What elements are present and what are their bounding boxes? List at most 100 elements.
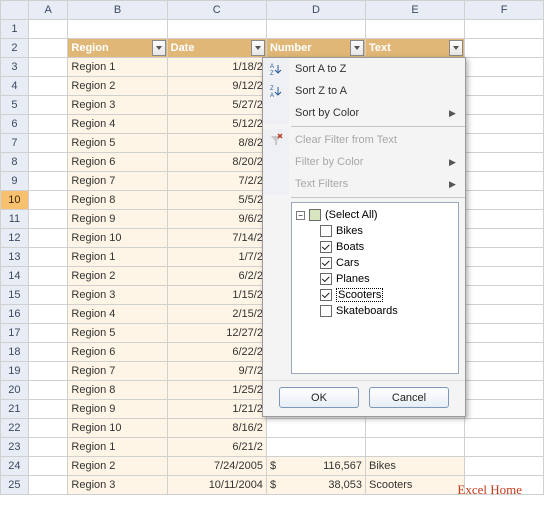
row-header[interactable]: 19 [1,362,29,381]
cell-region[interactable]: Region 7 [68,172,167,191]
cell-region[interactable]: Region 7 [68,362,167,381]
cell-region[interactable]: Region 4 [68,115,167,134]
cell[interactable] [465,438,544,457]
cell[interactable] [465,305,544,324]
cell[interactable] [465,172,544,191]
row-header[interactable]: 15 [1,286,29,305]
cell-region[interactable]: Region 9 [68,210,167,229]
cell[interactable] [465,248,544,267]
cell-date[interactable]: 5/5/2 [167,191,266,210]
row-header[interactable]: 17 [1,324,29,343]
cell-date[interactable]: 1/21/2 [167,400,266,419]
cell[interactable] [465,58,544,77]
cell[interactable] [465,191,544,210]
row-header[interactable]: 23 [1,438,29,457]
cell-date[interactable]: 5/12/2 [167,115,266,134]
cell[interactable] [28,210,68,229]
cell-region[interactable]: Region 10 [68,419,167,438]
cell[interactable] [28,39,68,58]
cell[interactable] [68,20,167,39]
column-header-C[interactable]: C [167,1,266,20]
cell-date[interactable]: 9/6/2 [167,210,266,229]
cell[interactable] [28,20,68,39]
filter-item[interactable]: Scooters [294,287,456,303]
row-header[interactable]: 7 [1,134,29,153]
cell-date[interactable]: 7/24/2005 [167,457,266,476]
cell[interactable] [266,419,365,438]
cell[interactable] [28,172,68,191]
cell-region[interactable]: Region 9 [68,400,167,419]
row-header[interactable]: 24 [1,457,29,476]
cell[interactable] [465,362,544,381]
cell[interactable] [465,343,544,362]
select-all-row[interactable]: − (Select All) [294,207,456,223]
cell[interactable] [465,96,544,115]
checkbox[interactable] [320,273,332,285]
cell[interactable] [28,153,68,172]
cell-date[interactable]: 9/12/2 [167,77,266,96]
cell-region[interactable]: Region 3 [68,286,167,305]
checkbox[interactable] [320,289,332,301]
cell[interactable] [28,438,68,457]
cell-date[interactable]: 12/27/2 [167,324,266,343]
row-header[interactable]: 1 [1,20,29,39]
cell[interactable] [465,381,544,400]
cell[interactable] [28,400,68,419]
row-header[interactable]: 25 [1,476,29,495]
checkbox-mixed[interactable] [309,209,321,221]
row-header[interactable]: 6 [1,115,29,134]
column-header-F[interactable]: F [465,1,544,20]
cell[interactable] [28,305,68,324]
cell[interactable] [28,381,68,400]
filter-item[interactable]: Bikes [294,223,456,239]
cell[interactable] [465,210,544,229]
menu-sort-az[interactable]: AZ Sort A to Z [263,58,465,80]
cell-number[interactable]: $38,053 [266,476,365,495]
cell-date[interactable]: 1/25/2 [167,381,266,400]
cell-region[interactable]: Region 1 [68,248,167,267]
cell-region[interactable]: Region 8 [68,381,167,400]
cell-region[interactable]: Region 6 [68,343,167,362]
cell[interactable] [465,115,544,134]
cell[interactable] [465,419,544,438]
cell[interactable] [28,191,68,210]
menu-sort-za[interactable]: ZA Sort Z to A [263,80,465,102]
cell[interactable] [366,419,465,438]
cell[interactable] [465,286,544,305]
cell[interactable] [465,39,544,58]
cell[interactable] [28,58,68,77]
cell[interactable] [28,362,68,381]
cell-date[interactable]: 8/16/2 [167,419,266,438]
checkbox[interactable] [320,241,332,253]
column-header-A[interactable]: A [28,1,68,20]
cell[interactable] [28,267,68,286]
cell[interactable] [266,20,365,39]
cell-number[interactable]: $116,567 [266,457,365,476]
cell[interactable] [28,324,68,343]
cell-date[interactable]: 7/2/2 [167,172,266,191]
row-header[interactable]: 12 [1,229,29,248]
table-header-number[interactable]: Number [266,39,365,58]
row-header[interactable]: 4 [1,77,29,96]
cell-region[interactable]: Region 3 [68,476,167,495]
cell[interactable] [28,419,68,438]
cell[interactable] [465,457,544,476]
filter-item[interactable]: Planes [294,271,456,287]
cell-region[interactable]: Region 2 [68,77,167,96]
column-header-E[interactable]: E [366,1,465,20]
cell[interactable] [28,343,68,362]
cell-region[interactable]: Region 3 [68,96,167,115]
row-header[interactable]: 3 [1,58,29,77]
row-header[interactable]: 14 [1,267,29,286]
cell[interactable] [465,324,544,343]
cell-region[interactable]: Region 8 [68,191,167,210]
checkbox[interactable] [320,225,332,237]
table-header-text[interactable]: Text [366,39,465,58]
cell-date[interactable]: 6/21/2 [167,438,266,457]
row-header[interactable]: 5 [1,96,29,115]
cell[interactable] [167,20,266,39]
table-header-date[interactable]: Date [167,39,266,58]
cell-date[interactable]: 6/2/2 [167,267,266,286]
row-header[interactable]: 16 [1,305,29,324]
cell-date[interactable]: 1/7/2 [167,248,266,267]
